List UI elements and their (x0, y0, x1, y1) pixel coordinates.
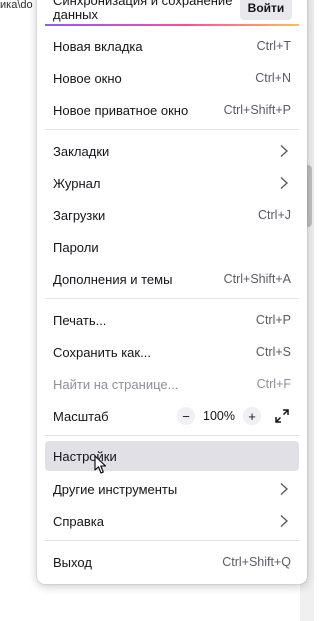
menu-item-passwords[interactable]: Пароли (45, 233, 299, 261)
zoom-out-button[interactable]: − (177, 407, 195, 425)
menu-item-settings[interactable]: Настройки (45, 441, 299, 471)
menu-item-help[interactable]: Справка (45, 507, 299, 535)
menu-separator (45, 298, 299, 299)
menu-item-shortcut: Ctrl+P (255, 313, 291, 327)
chevron-right-icon (277, 482, 291, 496)
menu-item-label: Пароли (53, 239, 99, 255)
page: ика\do Синхронизация и сохранение данных… (0, 0, 314, 621)
sync-gradient-divider (45, 24, 299, 26)
sync-section: Синхронизация и сохранение данных Войти (37, 0, 307, 26)
zoom-controls: − 100% + (177, 407, 291, 425)
menu-item-new-tab[interactable]: Новая вкладка Ctrl+T (45, 32, 299, 60)
menu-item-save-as[interactable]: Сохранить как... Ctrl+S (45, 338, 299, 366)
menu-item-shortcut: Ctrl+N (255, 71, 291, 85)
menu-item-label: Настройки (53, 448, 117, 464)
menu-item-label: Новое приватное окно (53, 102, 189, 118)
menu-item-shortcut: Ctrl+F (256, 377, 291, 391)
menu-item-shortcut: Ctrl+Shift+Q (222, 555, 291, 569)
app-menu-panel: Синхронизация и сохранение данных Войти … (37, 0, 307, 584)
menu-item-shortcut: Ctrl+S (255, 345, 291, 359)
menu-item-zoom: Масштаб − 100% + (45, 402, 299, 430)
menu-item-label: Новая вкладка (53, 38, 143, 54)
menu-item-find-in-page: Найти на странице... Ctrl+F (45, 370, 299, 398)
menu-item-label: Дополнения и темы (53, 271, 173, 287)
menu-item-label: Загрузки (53, 207, 106, 223)
menu-item-label: Печать... (53, 312, 107, 328)
menu-item-history[interactable]: Журнал (45, 169, 299, 197)
menu-item-label: Выход (53, 554, 92, 570)
sync-text-line2: данных (53, 7, 99, 22)
menu-item-label: Новое окно (53, 70, 122, 86)
menu-item-label: Журнал (53, 175, 101, 191)
menu-item-label: Справка (53, 513, 104, 529)
chevron-right-icon (277, 176, 291, 190)
chevron-right-icon (277, 514, 291, 528)
menu-item-new-window[interactable]: Новое окно Ctrl+N (45, 64, 299, 92)
zoom-level-button[interactable]: 100% (201, 409, 237, 423)
menu-item-label: Сохранить как... (53, 344, 151, 360)
zoom-in-button[interactable]: + (243, 407, 261, 425)
menu-separator (45, 435, 299, 436)
mouse-pointer-icon (94, 455, 108, 475)
menu-item-addons[interactable]: Дополнения и темы Ctrl+Shift+A (45, 265, 299, 293)
menu-item-more-tools[interactable]: Другие инструменты (45, 475, 299, 503)
sign-in-button[interactable]: Войти (240, 0, 292, 20)
menu-item-shortcut: Ctrl+Shift+P (223, 103, 291, 117)
menu-item-bookmarks[interactable]: Закладки (45, 137, 299, 165)
menu-item-label: Закладки (53, 143, 110, 159)
menu-item-exit[interactable]: Выход Ctrl+Shift+Q (45, 548, 299, 576)
menu-item-new-private-window[interactable]: Новое приватное окно Ctrl+Shift+P (45, 96, 299, 124)
fullscreen-icon[interactable] (273, 407, 291, 425)
menu-item-shortcut: Ctrl+J (258, 208, 291, 222)
menu-item-print[interactable]: Печать... Ctrl+P (45, 306, 299, 334)
menu-item-downloads[interactable]: Загрузки Ctrl+J (45, 201, 299, 229)
chevron-right-icon (277, 144, 291, 158)
menu-separator (45, 540, 299, 541)
sync-description: Синхронизация и сохранение данных (53, 0, 243, 22)
menu-item-label: Найти на странице... (53, 376, 179, 392)
menu-item-label: Масштаб (53, 408, 109, 424)
menu-item-shortcut: Ctrl+Shift+A (223, 272, 291, 286)
menu-item-label: Другие инструменты (53, 481, 178, 497)
menu-item-shortcut: Ctrl+T (256, 39, 291, 53)
menu-separator (45, 129, 299, 130)
